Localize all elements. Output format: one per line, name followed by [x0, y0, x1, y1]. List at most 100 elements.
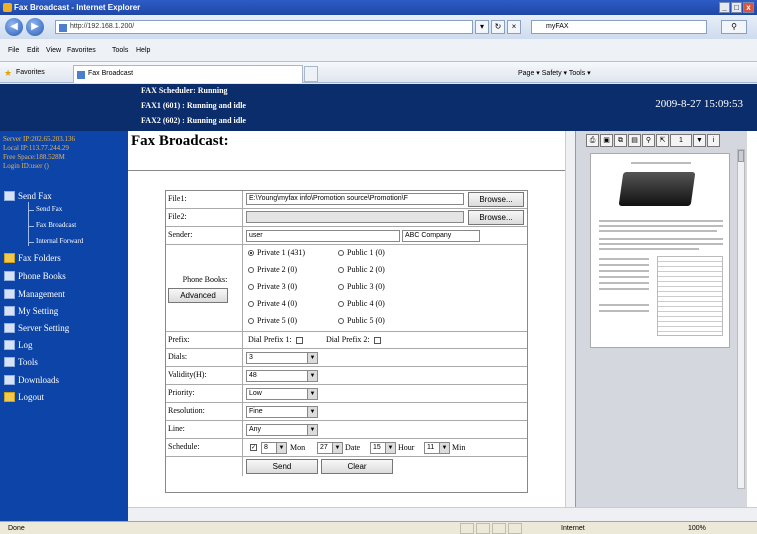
- sidebar-sub-fax-broadcast[interactable]: Fax Broadcast: [36, 221, 76, 229]
- horizontal-scrollbar[interactable]: [128, 507, 757, 521]
- sidebar-item-downloads[interactable]: Downloads: [4, 375, 59, 385]
- radio-public-1[interactable]: Public 1 (0): [338, 248, 385, 257]
- doc-text-line: [599, 304, 649, 306]
- date-select[interactable]: 27 ▼: [317, 442, 343, 454]
- command-bar[interactable]: Page ▾ Safety ▾ Tools ▾: [518, 69, 591, 77]
- menu-help[interactable]: Help: [136, 47, 150, 54]
- radio-label: Private 5 (0): [257, 316, 297, 325]
- help-icon[interactable]: i: [707, 134, 720, 147]
- new-tab-button[interactable]: [304, 66, 318, 82]
- menu-tools[interactable]: Tools: [112, 47, 128, 54]
- print-icon[interactable]: ⎙: [586, 134, 599, 147]
- dial-prefix-2: Dial Prefix 2:: [326, 335, 383, 344]
- month-unit: Mon: [290, 443, 306, 452]
- close-button[interactable]: x: [743, 2, 754, 13]
- sidebar-item-server-setting[interactable]: Server Setting: [4, 323, 69, 333]
- doc-text-line: [599, 288, 649, 290]
- scroll-thumb[interactable]: [738, 150, 744, 162]
- logout-icon: [4, 392, 15, 402]
- radio-private-1[interactable]: Private 1 (431): [248, 248, 305, 257]
- sidebar-item-send-fax[interactable]: Send Fax: [4, 191, 52, 201]
- dropdown-arrow-icon: ▼: [307, 407, 317, 417]
- radio-private-3[interactable]: Private 3 (0): [248, 282, 297, 291]
- menu-favorites[interactable]: Favorites: [67, 47, 96, 54]
- clear-button[interactable]: Clear: [321, 459, 393, 474]
- radio-public-5[interactable]: Public 5 (0): [338, 316, 385, 325]
- priority-select[interactable]: Low ▼: [246, 388, 318, 400]
- radio-label: Public 5 (0): [347, 316, 385, 325]
- paste-icon[interactable]: ▤: [628, 134, 641, 147]
- line-select[interactable]: Any ▼: [246, 424, 318, 436]
- sidebar-item-logout[interactable]: Logout: [4, 392, 44, 402]
- menu-edit[interactable]: Edit: [27, 47, 39, 54]
- content-scrollbar[interactable]: [565, 131, 575, 507]
- preview-scrollbar[interactable]: [737, 149, 745, 489]
- refresh-icon[interactable]: ↻: [491, 20, 505, 34]
- sidebar: Server IP:202.65.203.136 Local IP:113.77…: [0, 131, 128, 521]
- validity-select[interactable]: 48 ▼: [246, 370, 318, 382]
- forward-button[interactable]: ▶: [26, 18, 44, 36]
- search-input[interactable]: myFAX: [531, 20, 707, 34]
- window-controls: _ □ x: [719, 2, 754, 13]
- dial-prefix2-checkbox[interactable]: [373, 336, 381, 344]
- radio-private-4[interactable]: Private 4 (0): [248, 299, 297, 308]
- page-number-input[interactable]: 1: [670, 134, 692, 147]
- minute-select[interactable]: 11 ▼: [424, 442, 450, 454]
- menu-file[interactable]: File: [8, 47, 19, 54]
- zoom-level[interactable]: 100%: [688, 525, 706, 532]
- login-id: Login ID:user (): [3, 162, 49, 170]
- copy-icon[interactable]: ⧉: [614, 134, 627, 147]
- send-button[interactable]: Send: [246, 459, 318, 474]
- back-button[interactable]: ◀: [5, 18, 23, 36]
- company-input[interactable]: ABC Company: [402, 230, 480, 242]
- phone-books-icon: [4, 271, 15, 281]
- radio-public-2[interactable]: Public 2 (0): [338, 265, 385, 274]
- dials-select[interactable]: 3 ▼: [246, 352, 318, 364]
- sidebar-item-phone-books[interactable]: Phone Books: [4, 271, 66, 281]
- fax2-status: FAX2 (602) : Running and idle: [141, 116, 246, 125]
- stop-icon[interactable]: ×: [507, 20, 521, 34]
- advanced-button[interactable]: Advanced: [168, 288, 228, 303]
- sidebar-sub-internal-forward[interactable]: Internal Forward: [36, 237, 83, 245]
- sidebar-item-label: My Setting: [18, 306, 59, 316]
- file1-row: File1: E:\Young\myfax info\Promotion sou…: [166, 191, 527, 209]
- sender-input[interactable]: user: [246, 230, 400, 242]
- radio-label: Public 1 (0): [347, 248, 385, 257]
- sidebar-sub-send-fax[interactable]: Send Fax: [36, 205, 62, 213]
- sidebar-item-tools[interactable]: Tools: [4, 357, 38, 367]
- favorites-button[interactable]: Favorites: [16, 69, 45, 76]
- status-segment: [476, 523, 490, 534]
- radio-private-5[interactable]: Private 5 (0): [248, 316, 297, 325]
- page-down-icon[interactable]: ▼: [693, 134, 706, 147]
- address-input[interactable]: http://192.168.1.200/: [55, 20, 473, 34]
- file1-browse-button[interactable]: Browse...: [468, 192, 524, 207]
- file2-browse-button[interactable]: Browse...: [468, 210, 524, 225]
- maximize-button[interactable]: □: [731, 2, 742, 13]
- schedule-label: Schedule:: [166, 439, 243, 456]
- sidebar-item-my-setting[interactable]: My Setting: [4, 306, 59, 316]
- file1-input[interactable]: E:\Young\myfax info\Promotion source\Pro…: [246, 193, 464, 205]
- schedule-checkbox[interactable]: ✓: [250, 444, 257, 451]
- save-icon[interactable]: ▣: [600, 134, 613, 147]
- dial-prefix1-checkbox[interactable]: [295, 336, 303, 344]
- file2-input[interactable]: [246, 211, 464, 223]
- menu-view[interactable]: View: [46, 47, 61, 54]
- radio-public-3[interactable]: Public 3 (0): [338, 282, 385, 291]
- dropdown-arrow-icon: ▼: [307, 425, 317, 435]
- sidebar-item-fax-folders[interactable]: Fax Folders: [4, 253, 61, 263]
- tab-fax-broadcast[interactable]: Fax Broadcast: [73, 65, 303, 83]
- zoom-icon[interactable]: ⚲: [642, 134, 655, 147]
- select-icon[interactable]: ⇱: [656, 134, 669, 147]
- hour-select[interactable]: 15 ▼: [370, 442, 396, 454]
- search-button[interactable]: ⚲: [721, 20, 747, 34]
- sidebar-item-management[interactable]: Management: [4, 289, 65, 299]
- minimize-button[interactable]: _: [719, 2, 730, 13]
- month-select[interactable]: 8 ▼: [261, 442, 287, 454]
- radio-private-2[interactable]: Private 2 (0): [248, 265, 297, 274]
- resolution-select[interactable]: Fine ▼: [246, 406, 318, 418]
- prefix-row: Prefix: Dial Prefix 1: Dial Prefix 2:: [166, 332, 527, 349]
- radio-dot: [248, 284, 254, 291]
- sidebar-item-log[interactable]: Log: [4, 340, 33, 350]
- address-dropdown-icon[interactable]: ▾: [475, 20, 489, 34]
- radio-public-4[interactable]: Public 4 (0): [338, 299, 385, 308]
